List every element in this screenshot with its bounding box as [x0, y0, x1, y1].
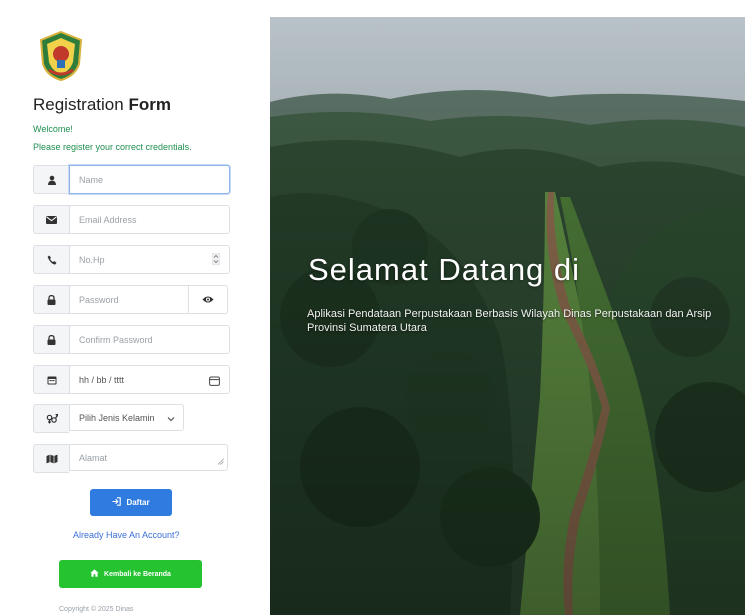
gender-select-value: Pilih Jenis Kelamin: [79, 412, 155, 423]
home-icon: [90, 569, 99, 579]
birthdate-row: hh / bb / tttt: [33, 365, 230, 394]
phone-icon: [33, 245, 69, 274]
user-icon: [33, 165, 69, 194]
password-input[interactable]: [69, 285, 189, 314]
phone-row: [33, 245, 230, 274]
toggle-password-button[interactable]: [189, 285, 228, 314]
envelope-icon: [33, 205, 69, 234]
register-button-label: Daftar: [126, 498, 150, 507]
map-icon: [33, 444, 69, 473]
email-input[interactable]: [69, 205, 230, 234]
registration-panel: Registration Form Welcome! Please regist…: [0, 0, 270, 615]
address-textarea[interactable]: Alamat: [69, 444, 228, 471]
provincial-emblem-logo: [37, 30, 85, 82]
calendar-picker-icon[interactable]: [209, 373, 220, 391]
sign-in-icon: [112, 497, 122, 508]
password-row: [33, 285, 228, 314]
welcome-text: Welcome!: [33, 124, 73, 134]
hero-description: Aplikasi Pendataan Perpustakaan Berbasis…: [307, 308, 712, 334]
register-button[interactable]: Daftar: [90, 489, 172, 516]
eye-icon: [202, 291, 214, 309]
resize-handle-icon[interactable]: [217, 457, 224, 467]
gender-row: Pilih Jenis Kelamin: [33, 404, 184, 433]
phone-input[interactable]: [69, 245, 230, 274]
hero-title: Selamat Datang di: [308, 252, 581, 287]
gender-icon: [33, 404, 69, 433]
copyright-text: Copyright © 2025 Dinas: [59, 606, 134, 613]
back-to-home-label: Kembali ke Beranda: [104, 570, 171, 578]
address-placeholder: Alamat: [79, 452, 108, 463]
calendar-icon: [33, 365, 69, 394]
name-input[interactable]: [69, 165, 230, 194]
chevron-down-icon: [167, 414, 175, 424]
lock-icon: [33, 325, 69, 354]
name-row: [33, 165, 230, 194]
birthdate-input[interactable]: hh / bb / tttt: [69, 365, 230, 394]
page-title: Registration Form: [33, 95, 171, 114]
instruction-text: Please register your correct credentials…: [33, 142, 192, 152]
number-spinner-icon[interactable]: [211, 252, 221, 270]
back-to-home-button[interactable]: Kembali ke Beranda: [59, 560, 202, 588]
confirm-password-input[interactable]: [69, 325, 230, 354]
confirm-password-row: [33, 325, 230, 354]
email-row: [33, 205, 230, 234]
login-link[interactable]: Already Have An Account?: [73, 530, 180, 540]
lock-icon: [33, 285, 69, 314]
gender-select[interactable]: Pilih Jenis Kelamin: [69, 404, 184, 431]
address-row: Alamat: [33, 444, 228, 473]
